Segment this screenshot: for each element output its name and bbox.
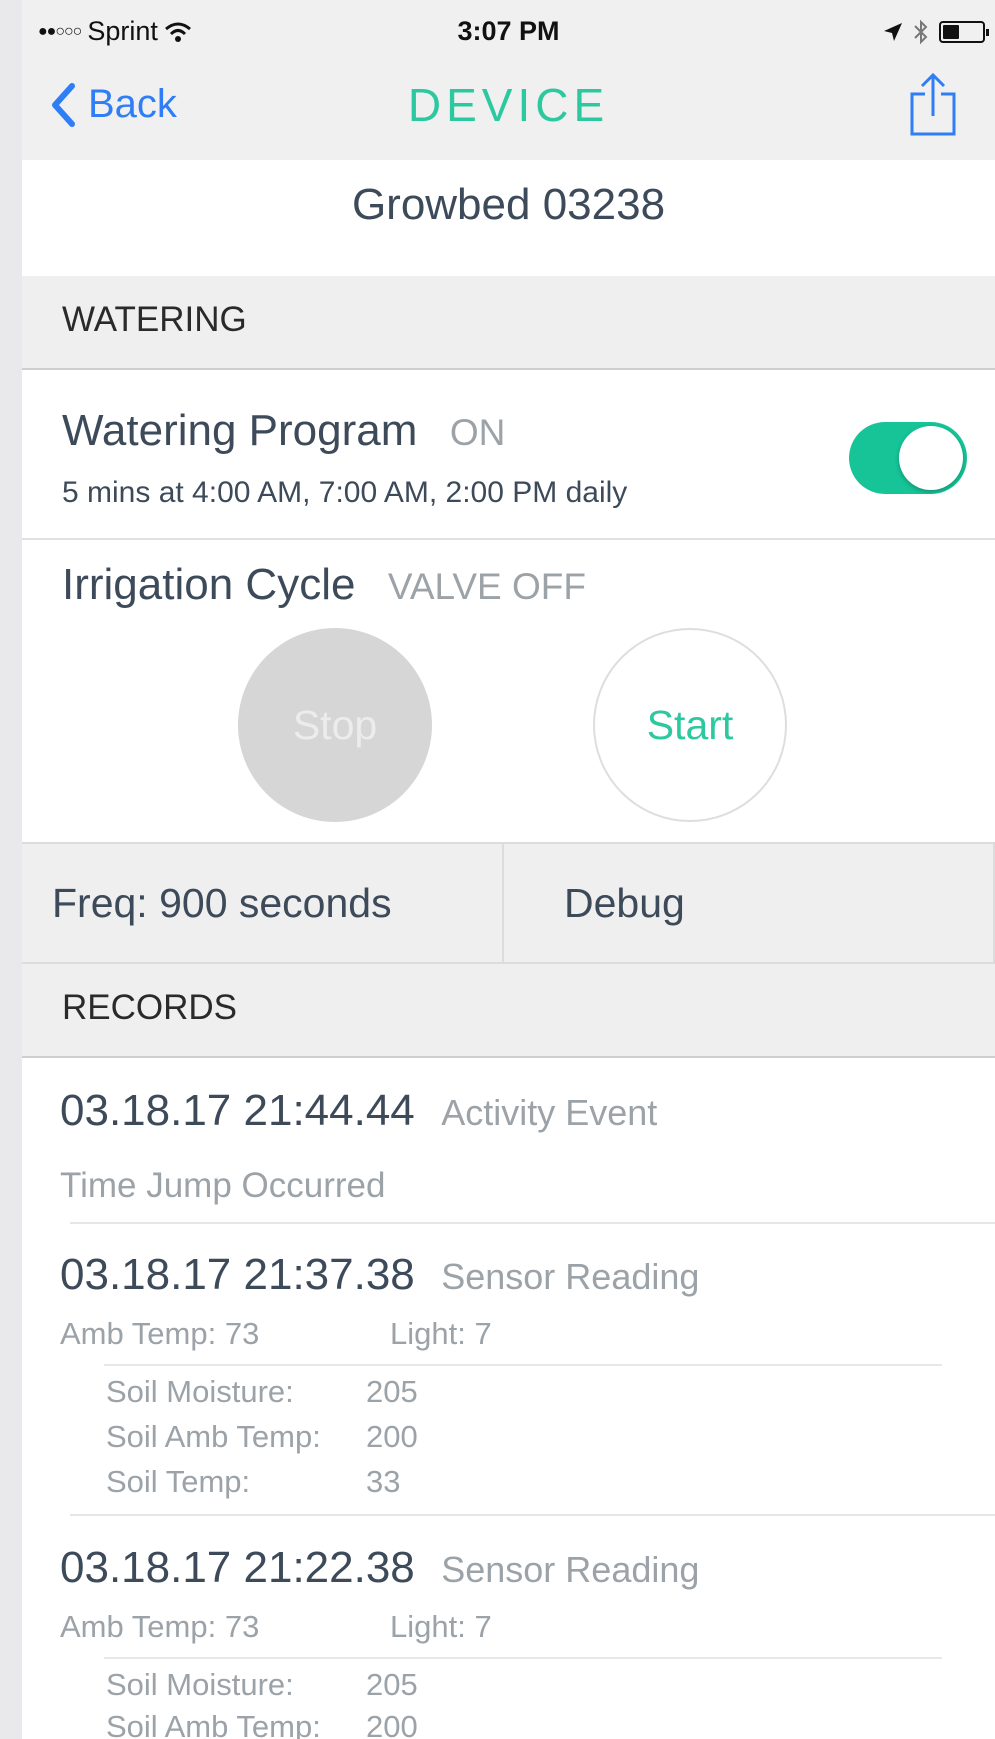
record-timestamp: 03.18.17 21:37.38: [60, 1250, 415, 1299]
record-timestamp: 03.18.17 21:44.44: [60, 1086, 415, 1135]
soil-amb-temp-value: 200: [366, 1709, 418, 1739]
device-name: Growbed 03238: [351, 180, 666, 229]
soil-amb-temp-value: 200: [366, 1419, 418, 1454]
record-type: Activity Event: [441, 1092, 658, 1133]
watering-program-toggle[interactable]: [849, 422, 967, 494]
navigation-bar: Back DEVICE: [22, 64, 995, 160]
record-timestamp: 03.18.17 21:22.38: [60, 1543, 415, 1592]
soil-temp-label: Soil Temp:: [106, 1464, 251, 1499]
light-reading: Light: 7: [390, 1609, 492, 1644]
soil-moisture-label: Soil Moisture:: [106, 1374, 294, 1409]
watering-header-label: WATERING: [62, 300, 247, 339]
watering-program-status: ON: [449, 412, 506, 453]
record-type: Sensor Reading: [441, 1549, 700, 1590]
record-message: Time Jump Occurred: [60, 1166, 386, 1205]
status-bar: ●●○○○ Sprint 3:07 PM: [22, 0, 995, 64]
location-arrow-icon: [884, 23, 902, 41]
irrigation-cycle-title: Irrigation Cycle: [62, 560, 356, 609]
amb-temp-reading: Amb Temp: 73: [60, 1316, 260, 1351]
toggle-knob: [899, 426, 963, 490]
status-time: 3:07 PM: [457, 16, 560, 46]
reading-divider: [104, 1657, 942, 1659]
soil-moisture-value: 205: [366, 1667, 418, 1702]
start-button[interactable]: Start: [593, 628, 787, 822]
page-title: DEVICE: [407, 79, 610, 131]
watering-section-header: WATERING: [22, 276, 995, 370]
amb-temp-reading: Amb Temp: 73: [60, 1609, 260, 1644]
irrigation-cycle-row: Irrigation Cycle VALVE OFF Stop Start: [22, 540, 995, 842]
bluetooth-icon: [914, 19, 928, 45]
reading-divider: [104, 1364, 942, 1366]
soil-moisture-label: Soil Moisture:: [106, 1667, 294, 1702]
record-divider: [70, 1514, 995, 1516]
light-reading: Light: 7: [390, 1316, 492, 1351]
soil-amb-temp-label: Soil Amb Temp:: [106, 1419, 321, 1454]
soil-amb-temp-label: Soil Amb Temp:: [106, 1709, 321, 1739]
watering-program-row: Watering Program ON 5 mins at 4:00 AM, 7…: [22, 370, 995, 540]
battery-icon: [939, 21, 989, 43]
irrigation-valve-status: VALVE OFF: [387, 566, 586, 607]
stop-button[interactable]: Stop: [238, 628, 432, 822]
watering-program-title: Watering Program: [62, 406, 418, 455]
status-icons: [883, 18, 989, 46]
soil-temp-value: 33: [366, 1464, 401, 1499]
debug-button[interactable]: Debug: [504, 844, 995, 962]
record-divider: [70, 1222, 995, 1224]
debug-label: Debug: [564, 880, 685, 926]
frequency-button[interactable]: Freq: 900 seconds: [22, 844, 504, 962]
records-header-label: RECORDS: [62, 988, 238, 1027]
watering-schedule: 5 mins at 4:00 AM, 7:00 AM, 2:00 PM dail…: [62, 476, 628, 509]
device-screen: ●●○○○ Sprint 3:07 PM Back DEVICE Growbed…: [22, 0, 995, 1739]
controls-row: Freq: 900 seconds Debug: [22, 842, 995, 964]
frequency-label: Freq: 900 seconds: [52, 880, 392, 926]
share-icon: [910, 72, 956, 136]
share-button[interactable]: [909, 72, 957, 143]
soil-moisture-value: 205: [366, 1374, 418, 1409]
device-header: Growbed 03238: [22, 160, 995, 276]
record-type: Sensor Reading: [441, 1256, 700, 1297]
records-section-header: RECORDS: [22, 964, 995, 1058]
